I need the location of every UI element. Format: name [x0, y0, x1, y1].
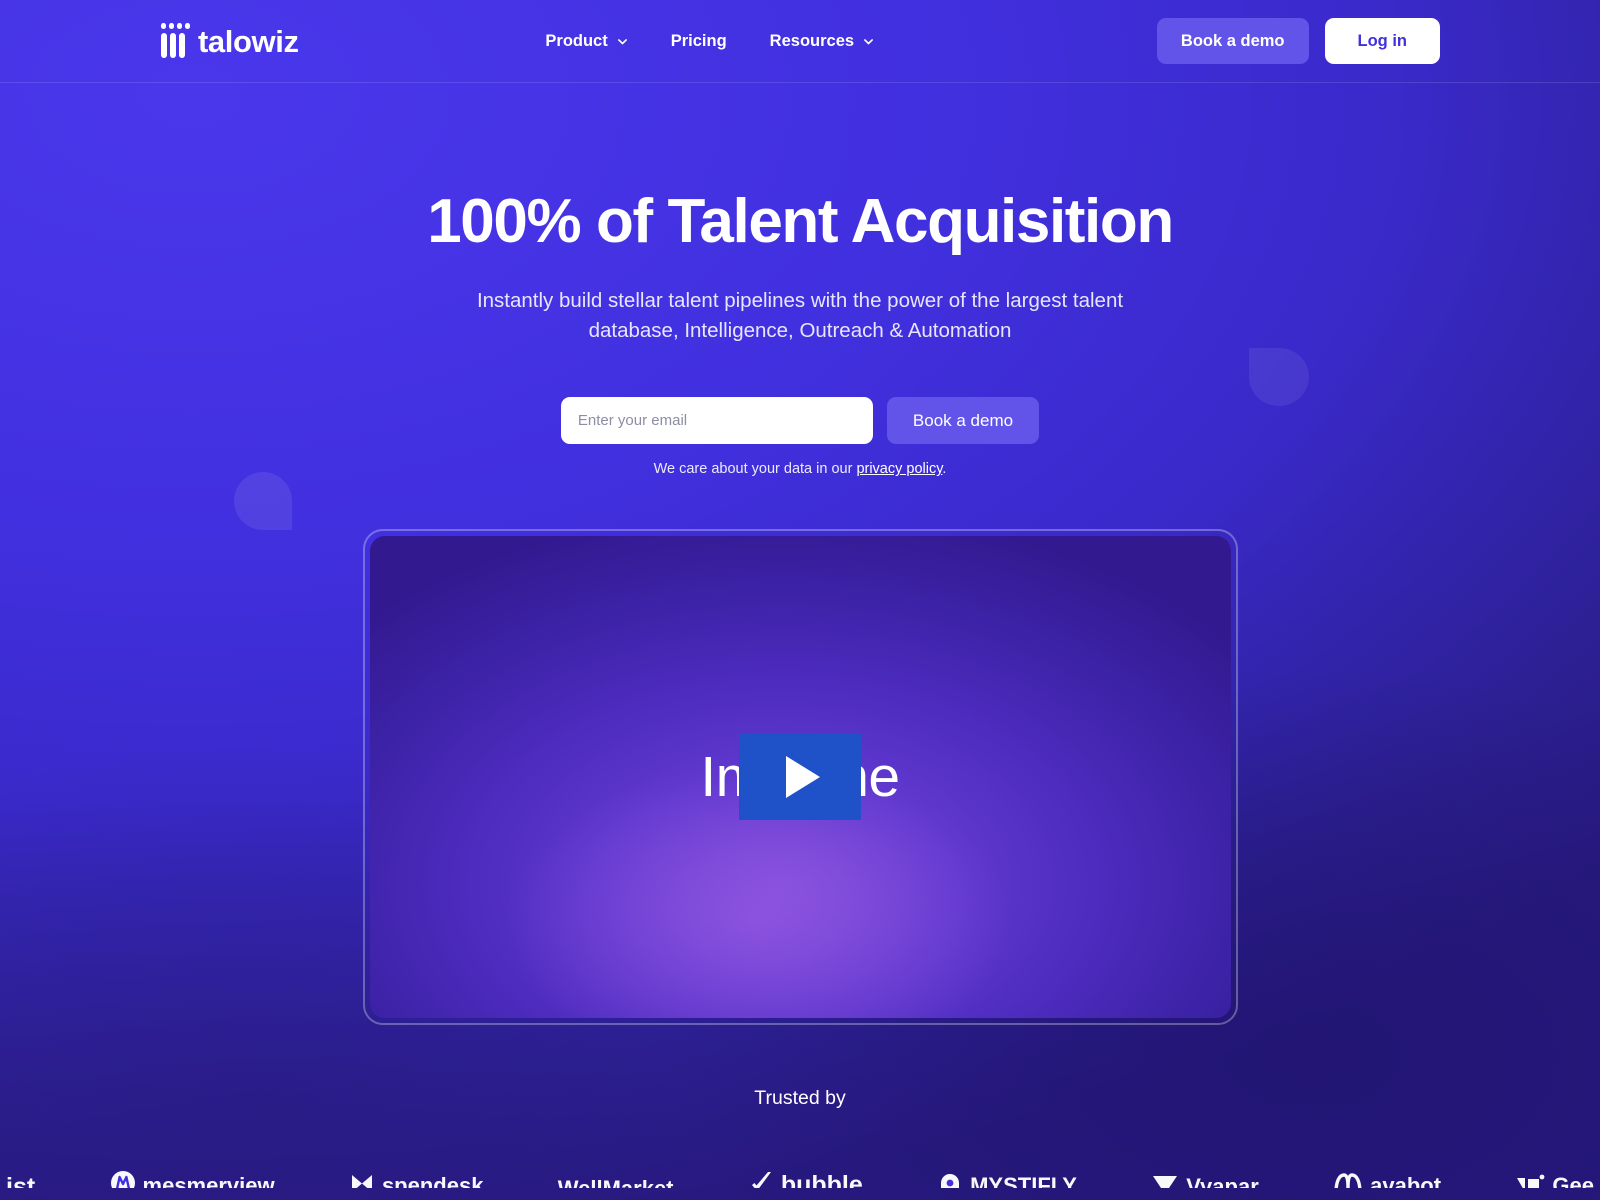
brand-logo[interactable]: talowiz	[159, 23, 299, 59]
logo-item: WellMarket	[558, 1176, 674, 1188]
header-login-button[interactable]: Log in	[1324, 18, 1440, 64]
logo-label: MYSTIFLY	[970, 1173, 1077, 1189]
email-input[interactable]	[560, 397, 873, 445]
logo-dots	[161, 23, 190, 29]
header-book-demo-button[interactable]: Book a demo	[1156, 18, 1309, 64]
logo-label: avabot	[1370, 1173, 1442, 1189]
hero-subheadline: Instantly build stellar talent pipelines…	[476, 288, 1124, 342]
nav-item-product[interactable]: Product	[545, 32, 627, 51]
brand-name: talowiz	[198, 23, 299, 59]
logo-item: Vyapar	[1151, 1172, 1259, 1189]
video-thumbnail[interactable]: Imagine	[369, 536, 1231, 1019]
logo-bars	[161, 33, 185, 58]
logo-item: avabot	[1333, 1170, 1442, 1189]
decorative-blob-left	[234, 472, 292, 530]
logo-item: Gee	[1515, 1170, 1594, 1189]
hero-section: 100% of Talent Acquisition Instantly bui…	[0, 83, 1600, 477]
play-icon[interactable]	[739, 734, 861, 821]
chevron-down-icon	[617, 36, 628, 47]
logo-item: spendesk	[349, 1170, 484, 1189]
vyapar-triangle-icon	[1151, 1172, 1179, 1189]
trusted-by-logos: ist mesmerview spendesk WellMarket bubbl…	[0, 1146, 1600, 1189]
logo-item: bubble	[748, 1169, 863, 1189]
email-signup-form: Book a demo	[0, 397, 1600, 445]
logo-label: WellMarket	[558, 1176, 674, 1188]
nav-item-pricing[interactable]: Pricing	[671, 32, 727, 51]
hero-headline: 100% of Talent Acquisition	[427, 187, 1174, 256]
bubble-check-icon	[748, 1169, 774, 1189]
logo-label: mesmerview	[142, 1173, 275, 1189]
privacy-notice: We care about your data in our privacy p…	[0, 461, 1600, 477]
privacy-prefix: We care about your data in our	[653, 461, 857, 478]
landing-page: talowiz Product Pricing Resources Book a…	[0, 0, 1600, 1200]
nav-label-pricing: Pricing	[670, 31, 727, 50]
logo-label: Vyapar	[1186, 1174, 1259, 1189]
video-player-frame: Imagine	[362, 529, 1238, 1026]
m-circle-icon	[110, 1170, 136, 1189]
gee-mark-icon	[1515, 1170, 1545, 1189]
talowiz-logo-icon	[159, 23, 193, 59]
play-triangle	[786, 756, 820, 799]
privacy-suffix: .	[942, 461, 947, 478]
spendesk-mark-icon	[349, 1170, 375, 1189]
logo-item: ist	[6, 1173, 35, 1188]
main-navigation: Product Pricing Resources	[545, 32, 874, 51]
nav-item-resources[interactable]: Resources	[770, 32, 874, 51]
trusted-by-label: Trusted by	[754, 1087, 846, 1110]
privacy-policy-link[interactable]: privacy policy	[856, 461, 942, 477]
logo-label: Gee	[1552, 1173, 1594, 1189]
logo-item: mesmerview	[110, 1170, 275, 1189]
logo-label: ist	[6, 1173, 36, 1189]
m-wave-icon	[1333, 1170, 1363, 1189]
mystifly-arch-icon	[937, 1170, 963, 1189]
chevron-down-icon	[863, 36, 874, 47]
site-header: talowiz Product Pricing Resources Book a…	[0, 0, 1600, 83]
nav-label-product: Product	[545, 31, 608, 50]
hero-book-demo-button[interactable]: Book a demo	[886, 397, 1040, 445]
logo-label: spendesk	[381, 1173, 484, 1189]
header-actions: Book a demo Log in	[1156, 18, 1440, 64]
logo-item: MYSTIFLY	[937, 1170, 1077, 1189]
logo-label: bubble	[780, 1171, 863, 1189]
nav-label-resources: Resources	[769, 31, 855, 50]
